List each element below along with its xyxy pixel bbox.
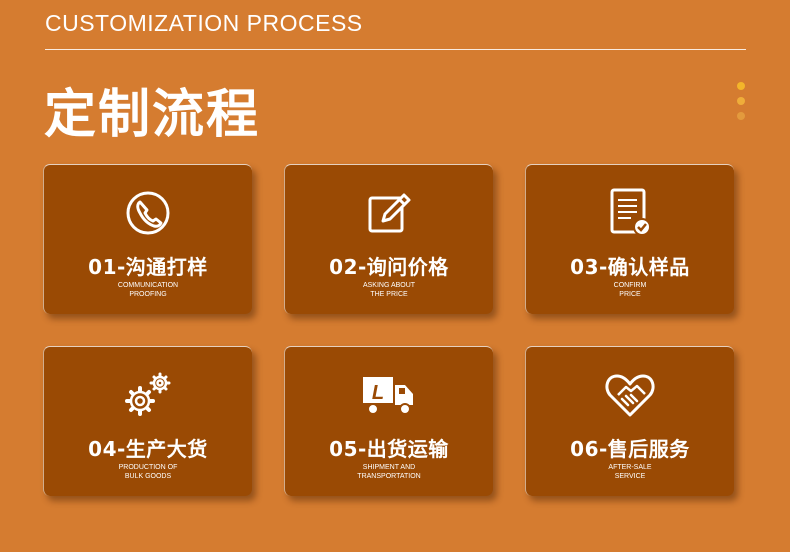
dot-1	[737, 82, 745, 90]
step-caption-line: COMMUNICATION	[117, 282, 179, 289]
step-caption-line: PRODUCTION OF	[118, 464, 178, 471]
phone-icon	[44, 185, 252, 241]
page-title: 定制流程	[44, 85, 261, 145]
dot-3	[737, 112, 745, 120]
step-caption: CONFIRM PRICE	[526, 281, 734, 299]
step-caption-line: CONFIRM	[613, 282, 647, 289]
step-card-production: 04-生产大货 PRODUCTION OF BULK GOODS	[43, 346, 252, 496]
step-caption: PRODUCTION OF BULK GOODS	[44, 463, 252, 481]
step-title: 06-售后服务	[570, 437, 690, 461]
truck-icon: L	[285, 367, 493, 423]
step-caption: ASKING ABOUT THE PRICE	[285, 281, 493, 299]
step-card-shipment: L 05-出货运输 SHIPMENT AND TRANSPORTATION	[284, 346, 493, 496]
step-title: 02-询问价格	[329, 255, 449, 279]
gears-icon	[44, 367, 252, 423]
step-caption: SHIPMENT AND TRANSPORTATION	[285, 463, 493, 481]
step-caption-line: BULK GOODS	[124, 473, 172, 480]
handshake-heart-icon	[526, 367, 734, 423]
edit-icon	[285, 185, 493, 241]
checklist-icon	[526, 185, 734, 241]
step-title: 04-生产大货	[88, 437, 208, 461]
step-caption-line: SHIPMENT AND	[362, 464, 416, 471]
step-caption-line: SERVICE	[614, 473, 646, 480]
step-card-pricing: 02-询问价格 ASKING ABOUT THE PRICE	[284, 164, 493, 314]
dot-2	[737, 97, 745, 105]
step-title: 01-沟通打样	[88, 255, 208, 279]
step-caption-line: TRANSPORTATION	[357, 473, 421, 480]
step-caption: COMMUNICATION PROOFING	[44, 281, 252, 299]
step-caption-line: PROOFING	[129, 291, 167, 298]
svg-text:L: L	[372, 382, 384, 404]
decorative-dots	[737, 82, 745, 127]
header-divider	[45, 49, 746, 50]
page-subtitle-en: CUSTOMIZATION PROCESS	[45, 10, 363, 36]
step-caption-line: PRICE	[619, 291, 641, 298]
step-caption-line: ASKING ABOUT	[362, 282, 416, 289]
step-caption-line: THE PRICE	[370, 291, 408, 298]
step-card-confirm: 03-确认样品 CONFIRM PRICE	[525, 164, 734, 314]
step-card-communication: 01-沟通打样 COMMUNICATION PROOFING	[43, 164, 252, 314]
step-card-after-sale: 06-售后服务 AFTER-SALE SERVICE	[525, 346, 734, 496]
step-caption-line: AFTER-SALE	[608, 464, 652, 471]
step-title: 03-确认样品	[570, 255, 690, 279]
step-caption: AFTER-SALE SERVICE	[526, 463, 734, 481]
step-title: 05-出货运输	[329, 437, 449, 461]
